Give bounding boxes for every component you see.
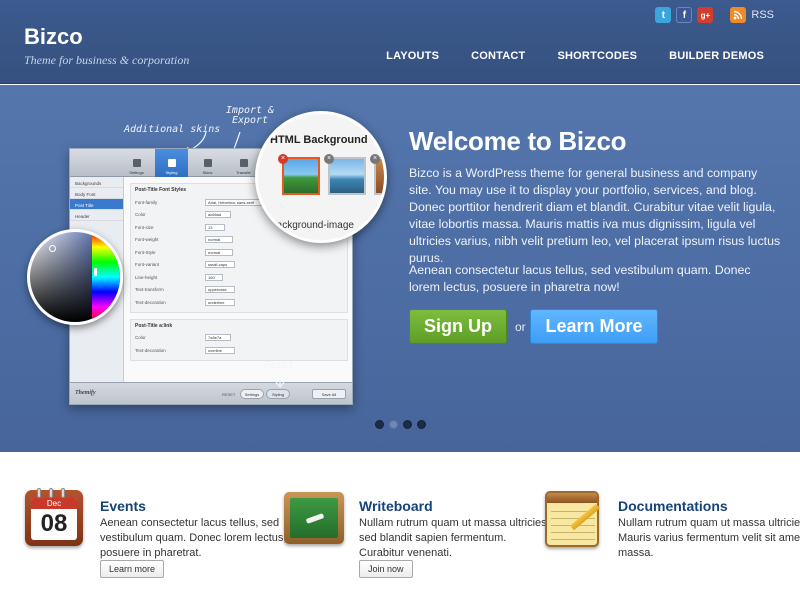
mock-sidebar-item: Post Title xyxy=(70,199,123,210)
feature-text: Aenean consectetur lacus tellus, sed ves… xyxy=(100,517,287,559)
magnifier-title: HTML Background xyxy=(270,134,368,146)
feature-title[interactable]: Writeboard xyxy=(359,498,433,514)
join-now-button[interactable]: Join now xyxy=(359,560,413,578)
hero-paragraph: Aenean consectetur lacus tellus, sed ves… xyxy=(409,263,751,294)
mock-save-btn: Save All xyxy=(312,389,346,399)
site-header: Bizco Theme for business & corporation t… xyxy=(0,0,800,84)
brush-icon xyxy=(167,159,176,167)
rss-icon[interactable] xyxy=(730,7,747,23)
learn-more-button[interactable]: Learn more xyxy=(100,560,165,578)
feature-text: Nullam rutrum quam ut massa ultricies Ma… xyxy=(618,517,800,559)
site-tagline: Theme for business & corporation xyxy=(24,53,190,67)
skins-icon xyxy=(203,159,212,167)
google-plus-icon[interactable]: g+ xyxy=(697,7,714,23)
nav-item-builder-demos[interactable]: BUILDER DEMOS xyxy=(653,50,780,62)
mock-brand: Themify xyxy=(75,390,96,396)
learn-more-button[interactable]: Learn More xyxy=(530,309,658,344)
slider-dot[interactable] xyxy=(403,420,412,429)
hero-paragraph: Bizco is a WordPress theme for general b… xyxy=(409,166,781,265)
slider-dot[interactable] xyxy=(417,420,426,429)
slider-pagination xyxy=(375,420,426,429)
mock-tab-styling: Styling xyxy=(155,149,188,177)
notepad-icon xyxy=(542,488,604,550)
magnifier-label: Background-image xyxy=(270,220,354,231)
mock-settings-btn: Settings xyxy=(240,389,264,399)
background-thumbnail xyxy=(282,157,320,195)
or-label: or xyxy=(515,320,526,334)
transfer-icon xyxy=(239,159,248,167)
mock-reset-label: RESET xyxy=(222,392,236,397)
mock-section-title: Post-Title a:link xyxy=(135,322,173,329)
mock-tab-settings: Settings xyxy=(120,149,153,177)
mock-sidebar-item: Body Font xyxy=(70,188,123,199)
annotation-import-export: Import & Export xyxy=(225,105,275,126)
rss-link[interactable]: RSS xyxy=(751,9,774,21)
feature-title[interactable]: Events xyxy=(100,498,146,514)
annotation-reset: Reset xyxy=(264,360,295,371)
mock-tab-skins: Skins xyxy=(191,149,224,177)
settings-icon xyxy=(132,159,141,167)
remove-icon: × xyxy=(278,154,288,164)
twitter-icon[interactable]: t xyxy=(655,7,672,23)
slider-dot-active[interactable] xyxy=(389,420,398,429)
calendar-month: Dec xyxy=(31,498,77,509)
feature-text: Nullam rutrum quam ut massa ultricies se… xyxy=(359,517,547,559)
chalkboard-icon xyxy=(283,488,345,550)
nav-item-contact[interactable]: CONTACT xyxy=(455,50,541,62)
remove-icon: × xyxy=(370,154,380,164)
main-nav: LAYOUTS CONTACT SHORTCODES BUILDER DEMOS xyxy=(370,50,780,62)
mock-sidebar-item: Backgrounds xyxy=(70,177,123,188)
sign-up-button[interactable]: Sign Up xyxy=(409,309,507,344)
nav-item-layouts[interactable]: LAYOUTS xyxy=(370,50,455,62)
slider-dot[interactable] xyxy=(375,420,384,429)
facebook-icon[interactable]: f xyxy=(676,7,693,23)
reset-arrow xyxy=(275,373,285,388)
mock-sidebar-item: Header xyxy=(70,210,123,221)
calendar-icon: Dec 08 xyxy=(24,488,86,550)
mock-styling-btn: Styling xyxy=(266,389,290,399)
mock-footer: Themify RESET Settings Styling Save All xyxy=(70,382,352,404)
background-thumbnail xyxy=(328,157,366,195)
social-links: t f g+ RSS xyxy=(655,7,774,23)
html-background-zoom: HTML Background × × × Background-image xyxy=(255,111,387,243)
calendar-day: 08 xyxy=(40,510,68,537)
feature-title[interactable]: Documentations xyxy=(618,498,728,514)
mock-section-link: Post-Title a:link Color 7a5e7a Text-decor… xyxy=(130,318,348,361)
hero-title: Welcome to Bizco xyxy=(409,126,627,156)
remove-icon: × xyxy=(324,154,334,164)
color-picker-zoom xyxy=(27,229,123,325)
site-logo[interactable]: Bizco xyxy=(24,24,83,50)
nav-item-shortcodes[interactable]: SHORTCODES xyxy=(541,50,653,62)
